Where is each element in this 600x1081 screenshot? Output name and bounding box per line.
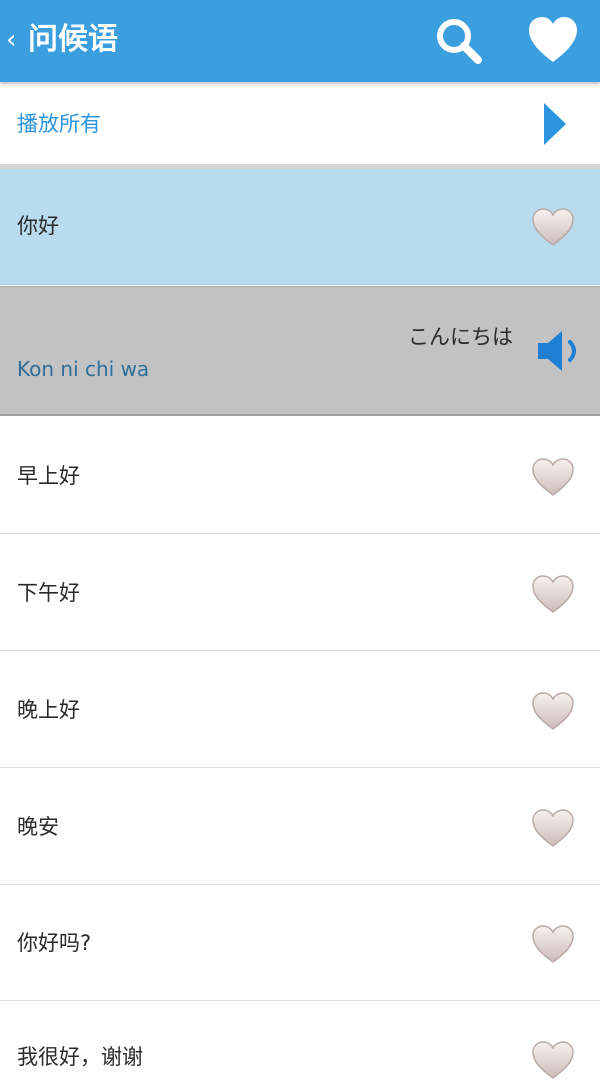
phrase-row[interactable]: 晚安 (0, 769, 600, 885)
search-icon (437, 19, 482, 64)
page-title: 问候语 (28, 22, 118, 57)
phrase-row[interactable]: 你好 (0, 169, 600, 285)
heart-outline-icon[interactable] (530, 573, 576, 615)
phrase-row[interactable]: 早上好 (0, 418, 600, 534)
heart-outline-icon[interactable] (530, 923, 576, 965)
phrase-row[interactable]: 你好吗? (0, 885, 600, 1001)
heart-outline-icon[interactable] (530, 1039, 576, 1081)
phrase-label: 下午好 (17, 581, 80, 605)
play-all-label: 播放所有 (17, 112, 101, 136)
phrase-detail-panel: こんにちは Kon ni chi wa (0, 286, 600, 416)
romaji-text: Kon ni chi wa (17, 357, 150, 381)
heart-icon (529, 17, 577, 62)
phrase-row[interactable]: 我很好，谢谢 (0, 1001, 600, 1079)
japanese-text: こんにちは (408, 325, 513, 349)
phrase-label: 你好吗? (17, 931, 92, 955)
phrase-row[interactable]: 晚上好 (0, 652, 600, 768)
speaker-icon[interactable] (534, 327, 584, 375)
heart-outline-icon[interactable] (530, 807, 576, 849)
phrase-label: 你好 (17, 214, 59, 238)
heart-outline-icon[interactable] (530, 206, 576, 248)
phrase-label: 早上好 (17, 464, 80, 488)
search-button[interactable] (432, 14, 486, 68)
play-arrow-icon[interactable] (540, 101, 570, 147)
app-bar: ‹ 问候语 (0, 0, 600, 82)
play-all-row[interactable]: 播放所有 (0, 82, 600, 164)
phrase-row[interactable]: 下午好 (0, 535, 600, 651)
favorites-button[interactable] (526, 14, 580, 68)
heart-outline-icon[interactable] (530, 456, 576, 498)
phrase-label: 晚安 (17, 815, 59, 839)
back-chevron-icon[interactable]: ‹ (6, 26, 22, 54)
phrase-label: 晚上好 (17, 698, 80, 722)
heart-outline-icon[interactable] (530, 690, 576, 732)
